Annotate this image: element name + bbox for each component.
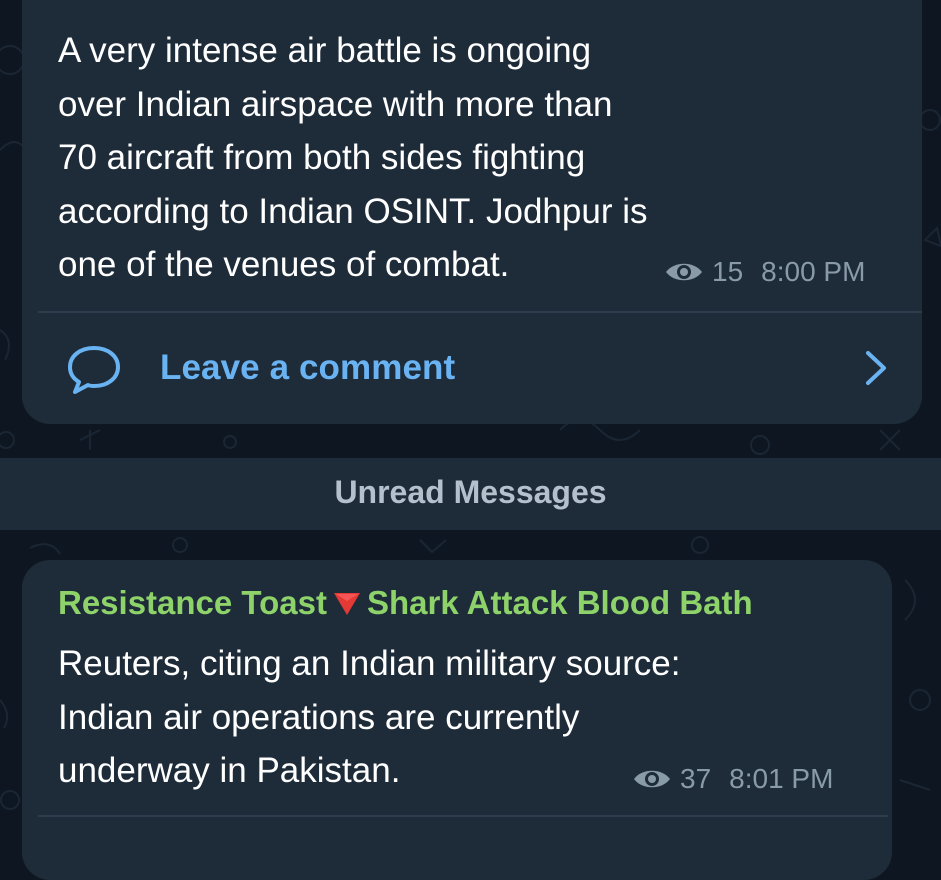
unread-messages-label: Unread Messages [334,474,607,510]
speech-bubble-icon [68,346,120,394]
message-bubble-1[interactable]: A very intense air battle is ongoing ove… [22,0,922,424]
message-time: 8:00 PM [761,256,866,287]
leave-comment-label: Leave a comment [160,348,456,387]
message-bubble-2[interactable]: Resistance Toast Shark Attack Blood Bath… [22,560,892,880]
message-meta: 15 8:00 PM [664,256,865,288]
chevron-right-icon [866,351,886,385]
red-triangle-down-icon [334,593,360,615]
view-count: 37 [680,763,712,794]
message-text: A very intense air battle is ongoing ove… [58,31,648,284]
eye-icon [634,770,670,788]
eye-icon [666,263,702,281]
sender-name-part1: Resistance Toast [58,584,327,621]
divider [38,815,888,817]
message-time: 8:01 PM [729,763,834,794]
divider [38,311,922,313]
message-meta: 37 8:01 PM [632,763,833,795]
unread-messages-divider: Unread Messages [0,458,941,530]
view-count: 15 [712,256,744,287]
leave-comment-button[interactable]: Leave a comment [22,334,922,404]
sender-name-part2: Shark Attack Blood Bath [367,584,753,621]
sender-name[interactable]: Resistance Toast Shark Attack Blood Bath [58,584,753,622]
